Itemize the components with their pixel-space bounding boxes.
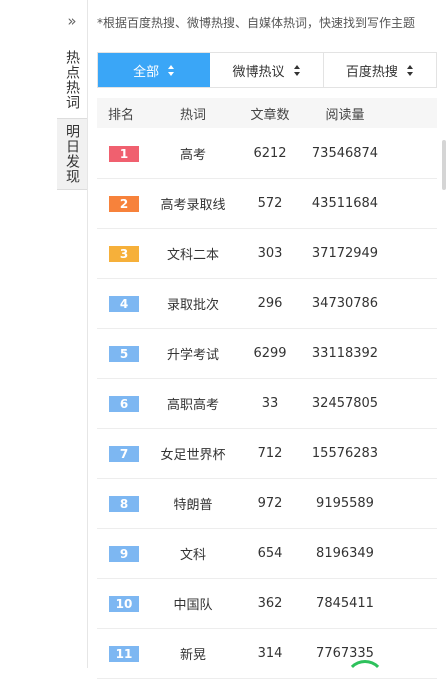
- filter-baidu-button[interactable]: 百度热搜: [324, 53, 436, 87]
- rank-badge: 7: [109, 445, 139, 462]
- tab-tomorrow-discover-label: 明日发现: [64, 124, 80, 184]
- table-row[interactable]: 8 特朗普 972 9195589: [97, 479, 437, 529]
- rank-badge: 6: [109, 395, 139, 412]
- article-count: 362: [257, 596, 283, 611]
- article-count: 572: [257, 196, 283, 211]
- table-row[interactable]: 9 文科 654 8196349: [97, 529, 437, 579]
- header-articles: 文章数: [250, 107, 290, 123]
- table-row[interactable]: 1 高考 6212 73546874: [97, 129, 437, 179]
- source-note: *根据百度热搜、微博热搜、自媒体热词，快速找到写作主题: [97, 16, 416, 30]
- article-count: 303: [257, 246, 283, 261]
- article-count: 33: [261, 396, 279, 411]
- rank-badge: 3: [109, 245, 139, 262]
- hot-word[interactable]: 高职高考: [151, 394, 235, 413]
- loading-spinner-icon: [345, 660, 385, 700]
- read-count: 8196349: [316, 546, 374, 561]
- article-count: 712: [257, 446, 283, 461]
- hot-word[interactable]: 特朗普: [151, 494, 235, 513]
- tab-hot-words[interactable]: 热点热词: [57, 42, 87, 117]
- article-count: 972: [257, 496, 283, 511]
- sort-icon: [293, 64, 301, 76]
- read-count: 32457805: [311, 396, 379, 411]
- filter-baidu-label: 百度热搜: [345, 64, 398, 80]
- rank-badge: 11: [109, 645, 139, 662]
- hot-word[interactable]: 女足世界杯: [151, 444, 235, 463]
- hot-word[interactable]: 录取批次: [151, 294, 235, 313]
- expand-icon[interactable]: »: [57, 8, 87, 34]
- hot-word[interactable]: 高考录取线: [151, 194, 235, 213]
- article-count: 314: [257, 646, 283, 661]
- tab-tomorrow-discover[interactable]: 明日发现: [57, 118, 87, 190]
- read-count: 33118392: [311, 346, 379, 361]
- tab-hot-words-label: 热点热词: [64, 49, 80, 110]
- filter-weibo-button[interactable]: 微博热议: [210, 53, 324, 87]
- table-row[interactable]: 6 高职高考 33 32457805: [97, 379, 437, 429]
- table-header: 排名 热词 文章数 阅读量: [97, 98, 437, 128]
- table-row[interactable]: 3 文科二本 303 37172949: [97, 229, 437, 279]
- hot-word[interactable]: 新晃: [151, 644, 235, 663]
- read-count: 73546874: [311, 146, 379, 161]
- article-count: 6212: [253, 146, 287, 161]
- header-reads: 阅读量: [325, 107, 365, 123]
- side-tab-strip: » 热点热词 明日发现: [57, 0, 88, 668]
- header-word: 热词: [179, 107, 206, 123]
- read-count: 15576283: [311, 446, 379, 461]
- table-row[interactable]: 5 升学考试 6299 33118392: [97, 329, 437, 379]
- read-count: 37172949: [311, 246, 379, 261]
- read-count: 9195589: [316, 496, 374, 511]
- filter-all-label: 全部: [133, 64, 160, 80]
- article-count: 296: [257, 296, 283, 311]
- rank-badge: 10: [109, 595, 139, 612]
- table-row[interactable]: 11 新晃 314 7767335: [97, 629, 437, 679]
- table-row[interactable]: 7 女足世界杯 712 15576283: [97, 429, 437, 479]
- rank-badge: 5: [109, 345, 139, 362]
- rank-badge: 1: [109, 145, 139, 162]
- sort-icon: [406, 64, 414, 76]
- table-row[interactable]: 10 中国队 362 7845411: [97, 579, 437, 629]
- read-count: 43511684: [311, 196, 379, 211]
- rank-badge: 9: [109, 545, 139, 562]
- table-row[interactable]: 2 高考录取线 572 43511684: [97, 179, 437, 229]
- scrollbar[interactable]: [442, 140, 446, 190]
- hot-word[interactable]: 文科: [151, 544, 235, 563]
- rank-badge: 2: [109, 195, 139, 212]
- filter-bar: 全部 微博热议 百度热搜: [97, 52, 437, 88]
- hot-word[interactable]: 高考: [151, 144, 235, 163]
- read-count: 34730786: [311, 296, 379, 311]
- filter-all-button[interactable]: 全部: [98, 53, 211, 87]
- article-count: 6299: [253, 346, 287, 361]
- hot-word[interactable]: 中国队: [151, 594, 235, 613]
- filter-weibo-label: 微博热议: [232, 64, 285, 80]
- hot-word[interactable]: 升学考试: [151, 344, 235, 363]
- header-rank: 排名: [108, 107, 135, 123]
- hot-word-table: 1 高考 6212 73546874 2 高考录取线 572 4 3 5 11 6 8 4 …: [97, 129, 437, 679]
- table-row[interactable]: 4 录取批次 296 34730786: [97, 279, 437, 329]
- hot-word[interactable]: 文科二本: [151, 244, 235, 263]
- read-count: 7845411: [316, 596, 374, 611]
- rank-badge: 8: [109, 495, 139, 512]
- article-count: 654: [257, 546, 283, 561]
- read-count: 7767335: [316, 646, 374, 661]
- rank-badge: 4: [109, 295, 139, 312]
- sort-icon: [168, 64, 175, 76]
